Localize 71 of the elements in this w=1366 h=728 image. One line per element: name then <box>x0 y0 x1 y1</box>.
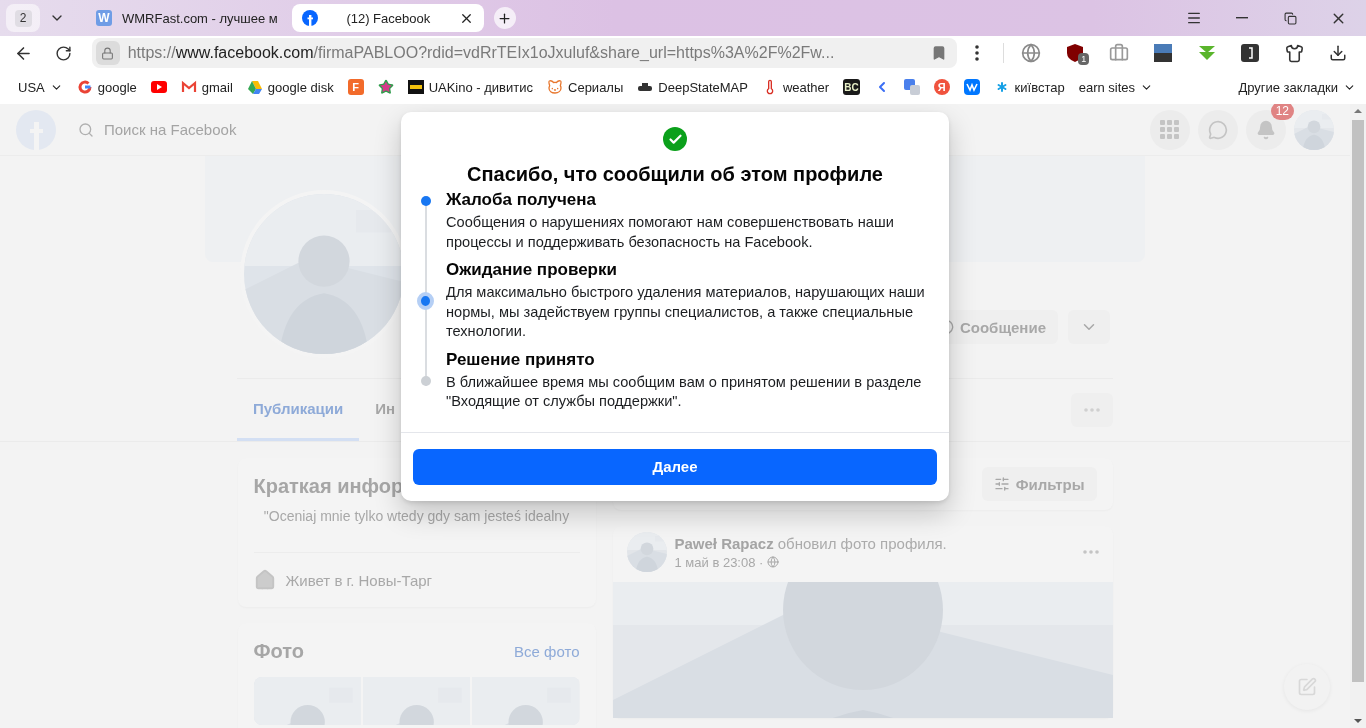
browser-tab[interactable]: (12) Facebook <box>291 4 484 32</box>
bell-icon <box>1256 119 1276 140</box>
sliders-icon <box>993 476 1010 492</box>
search-icon <box>78 121 94 138</box>
bracket-icon <box>1241 44 1260 62</box>
kebab-icon <box>974 45 979 61</box>
location-text: Живет в г. Новы-Тарг <box>285 571 433 589</box>
step-text: Сообщения о нарушениях помогают нам совершенствовать наши процессы и поддерживать безопасность на Facebook. <box>446 213 895 252</box>
address-field[interactable]: https://www.facebook.com/firmaPABLOO?rdid=vdRrTEIx1oJxuluf&share_url=https%3A%2F%2Fw... <box>91 38 957 68</box>
briefcase-icon <box>1109 43 1130 63</box>
plus-icon <box>497 10 513 26</box>
logo-icon: BC <box>843 79 860 95</box>
bookmark-folder[interactable]: Другие закладки <box>1238 79 1356 95</box>
bookmark-link[interactable]: DeepStateMAP <box>637 79 748 95</box>
ellipsis-icon <box>1082 550 1099 554</box>
step-title: Ожидание проверки <box>446 260 618 280</box>
facebook-logo-icon <box>301 10 318 26</box>
bookmark-folder[interactable]: USA <box>18 79 63 95</box>
minimize-icon <box>1236 17 1248 19</box>
grid-icon <box>1160 119 1180 140</box>
chat-bubble-icon <box>1208 119 1228 140</box>
bookmark-link[interactable]: weather <box>761 79 830 95</box>
site-logo-icon: W <box>96 10 112 26</box>
globe-icon <box>1021 43 1042 63</box>
tab-title: WMRFast.com - лучшее м <box>122 10 278 26</box>
bookmark-link[interactable]: UAKino - дивитис <box>407 79 533 95</box>
bookmark-link[interactable]: Сериалы <box>547 79 624 95</box>
step-title: Жалоба получена <box>446 190 597 210</box>
bookmark-link[interactable]: gmail <box>180 79 233 95</box>
menu-icon <box>1186 10 1202 26</box>
tab-counter-button[interactable]: 2 <box>6 4 40 32</box>
bookmark-link[interactable]: київстар <box>993 79 1065 95</box>
shield-extension-button[interactable]: 1 <box>1053 39 1098 67</box>
new-tab-button[interactable] <box>493 7 516 29</box>
step-text: Для максимально быстрого удаления материалов, нарушающих наши нормы, мы задействуем группы специалистов, а также специальные технологии. <box>446 283 926 341</box>
bookmark-link[interactable]: google <box>76 79 137 95</box>
google-logo-icon <box>76 79 93 95</box>
scrollbar[interactable] <box>1350 104 1366 728</box>
cat-icon <box>547 79 563 95</box>
pen-icon <box>1297 677 1317 697</box>
drive-icon <box>246 79 263 95</box>
step-text: В ближайшее время мы сообщим вам о принятом решении в разделе "Входящие от службы поддержки". <box>446 372 923 411</box>
mail-icon <box>180 79 197 95</box>
post-action: обновил фото профиля. <box>777 534 947 552</box>
logo-icon: F <box>347 79 364 95</box>
url-scheme: https:// <box>127 44 176 62</box>
media-icon <box>1152 43 1173 63</box>
extension-badge: 1 <box>1078 53 1090 65</box>
next-button[interactable]: Далее <box>413 448 937 485</box>
url-domain: www.facebook.com <box>175 44 314 62</box>
url-path: /firmaPABLOO?rdid=vdRrTEIx1oJxuluf&share_url=https%3A%2F%2Fw... <box>313 44 835 62</box>
notification-badge: 12 <box>1270 104 1294 120</box>
restore-icon <box>1283 11 1297 25</box>
download-icon <box>1329 44 1348 62</box>
shirt-icon <box>1284 43 1304 63</box>
dialog-title: Спасибо, что сообщили об этом профиле <box>467 163 883 186</box>
bio-text: "Oceniaj mnie tylko wtedy gdy sam jesteś idealny <box>262 508 571 524</box>
globe-icon <box>767 556 780 568</box>
play-icon <box>150 79 167 95</box>
home-icon <box>253 569 276 591</box>
logo-icon: Я <box>933 79 950 95</box>
search-field[interactable]: Поиск на Facebook <box>102 120 302 139</box>
card-title: Краткая инфор <box>253 474 405 498</box>
step-title: Решение принято <box>446 349 596 370</box>
card-title: Фото <box>253 639 305 663</box>
tab-title: (12) Facebook <box>345 10 432 26</box>
bookmark-folder[interactable]: earn sites <box>1078 79 1154 95</box>
browser-tab[interactable]: W WMRFast.com - лучшее м <box>86 4 288 32</box>
reload-icon <box>55 44 73 62</box>
star-icon <box>377 79 394 95</box>
bookmark-link[interactable]: google disk <box>246 79 334 95</box>
